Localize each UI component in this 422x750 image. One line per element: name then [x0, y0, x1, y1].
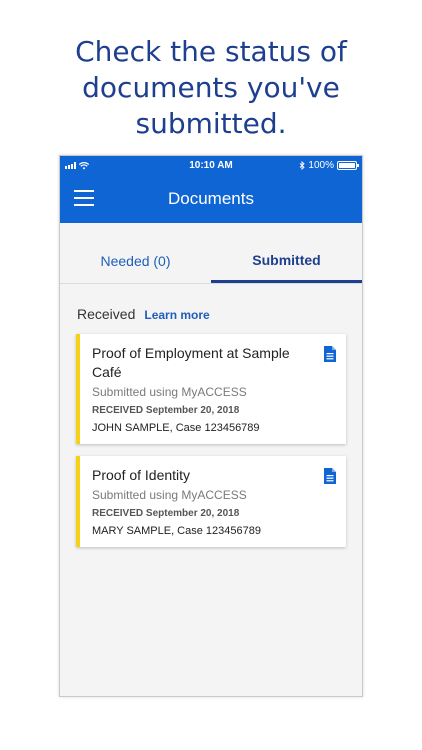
document-icon[interactable] — [324, 468, 336, 484]
document-card[interactable]: Proof of Employment at Sample Café Submi… — [76, 334, 346, 444]
phone-screen: 10:10 AM 100% Documents Needed (0) Submi… — [59, 155, 363, 697]
status-bar-left — [65, 161, 145, 170]
status-bar-right: 100% — [277, 160, 359, 171]
app-bar: Documents — [60, 175, 362, 223]
hamburger-menu-icon[interactable] — [74, 190, 94, 206]
document-tabs: Needed (0) Submitted — [60, 223, 362, 284]
signal-icon — [65, 162, 76, 169]
document-person-case: JOHN SAMPLE, Case 123456789 — [92, 422, 260, 434]
document-submitted-via: Submitted using MyACCESS — [92, 385, 247, 399]
battery-icon — [336, 161, 359, 170]
document-icon[interactable] — [324, 346, 336, 362]
headline-line-1: Check the status of — [75, 35, 347, 68]
document-submitted-via: Submitted using MyACCESS — [92, 488, 247, 502]
document-person-case: MARY SAMPLE, Case 123456789 — [92, 525, 261, 537]
section-title: Received — [77, 306, 136, 322]
headline-line-3: submitted. — [135, 107, 287, 140]
bluetooth-icon — [300, 161, 306, 170]
page-title: Documents — [168, 189, 254, 208]
wifi-icon — [79, 161, 89, 169]
document-title: Proof of Identity — [92, 467, 191, 483]
headline-line-2: documents you've — [82, 71, 340, 104]
document-received-date: RECEIVED September 20, 2018 — [92, 405, 240, 416]
tab-submitted[interactable]: Submitted — [211, 223, 362, 283]
document-title: Proof of Employment at Sample Café — [92, 345, 290, 380]
tab-needed[interactable]: Needed (0) — [60, 223, 211, 283]
document-card[interactable]: Proof of Identity Submitted using MyACCE… — [76, 456, 346, 547]
status-time: 10:10 AM — [189, 160, 233, 171]
status-bar: 10:10 AM 100% — [60, 156, 362, 175]
document-received-date: RECEIVED September 20, 2018 — [92, 508, 240, 519]
received-section-header: Received Learn more — [60, 284, 362, 322]
battery-percent: 100% — [308, 160, 334, 171]
marketing-headline: Check the status of documents you've sub… — [0, 34, 422, 142]
learn-more-link[interactable]: Learn more — [144, 308, 209, 322]
